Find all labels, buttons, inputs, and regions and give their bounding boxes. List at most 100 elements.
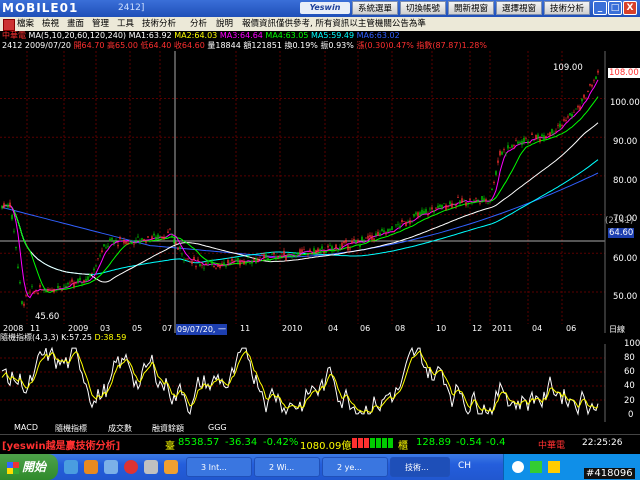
- watermark: #418096: [584, 468, 635, 479]
- candle-body: [69, 282, 71, 284]
- tray-icon[interactable]: [530, 461, 542, 473]
- candle-body: [577, 105, 579, 108]
- candle-body: [579, 106, 581, 110]
- select-window-button[interactable]: 選擇視窗: [496, 1, 542, 15]
- switch-account-button[interactable]: 切換帳號: [400, 1, 446, 15]
- ie-icon[interactable]: [64, 460, 78, 474]
- low-annotation: 45.60: [35, 312, 60, 322]
- candle-body: [529, 142, 531, 144]
- task-windows[interactable]: 2 Wi...: [254, 457, 320, 477]
- candle-body: [65, 285, 67, 288]
- amplitude: 振0.93%: [320, 41, 354, 50]
- maximize-button[interactable]: □: [608, 1, 622, 15]
- tab-ggg[interactable]: GGG: [208, 423, 227, 432]
- candle-body: [287, 253, 289, 255]
- candle-body: [13, 231, 15, 233]
- ma-info-line: 中華電 MA(5,10,20,60,120,240) MA1:63.92 MA2…: [2, 31, 400, 41]
- tab-stochastic[interactable]: 隨機指標: [55, 423, 87, 434]
- menu-tools[interactable]: 工具: [117, 18, 134, 30]
- menu-manage[interactable]: 管理: [92, 18, 109, 30]
- candle-body: [79, 277, 81, 281]
- candle-body: [467, 203, 469, 205]
- candle-body: [357, 239, 359, 242]
- candle-body: [15, 246, 17, 249]
- folder-icon[interactable]: [84, 460, 98, 474]
- tray-icon[interactable]: [512, 461, 524, 473]
- tab-volume[interactable]: 成交數: [108, 423, 132, 434]
- menu-analysis[interactable]: 分析: [190, 18, 207, 30]
- candle-body: [437, 205, 439, 208]
- candle-body: [345, 239, 347, 243]
- kd-chart[interactable]: [0, 344, 640, 422]
- stock-tag[interactable]: 中華電: [538, 438, 565, 451]
- indicator-title: 隨機指標(4,3,3): [0, 333, 59, 342]
- candle-body: [101, 250, 103, 252]
- candle-body: [19, 282, 21, 284]
- close-button[interactable]: X: [623, 1, 637, 15]
- candle-body: [541, 134, 543, 137]
- menu-screen[interactable]: 畫面: [67, 18, 84, 30]
- candle-body: [257, 258, 259, 262]
- new-window-button[interactable]: 開新視窗: [448, 1, 494, 15]
- minimize-button[interactable]: _: [593, 1, 607, 15]
- ticker-time: 22:25:26: [582, 438, 623, 448]
- candle-body: [177, 247, 179, 250]
- menu-view[interactable]: 檢視: [42, 18, 59, 30]
- candle-body: [21, 301, 23, 304]
- candle-body: [469, 198, 471, 201]
- candle-body: [245, 261, 247, 265]
- candle-body: [279, 255, 281, 258]
- technical-analysis-button[interactable]: 技術分析: [544, 1, 590, 15]
- quote-date: 2009/07/20: [24, 41, 72, 50]
- start-button[interactable]: 開始: [0, 454, 58, 480]
- tray-icon[interactable]: [548, 461, 560, 473]
- candle-body: [485, 199, 487, 202]
- candle-body: [125, 241, 127, 244]
- candle-body: [401, 220, 403, 223]
- explorer-icon[interactable]: [104, 460, 118, 474]
- chrome-icon[interactable]: [124, 460, 138, 474]
- candle-body: [431, 207, 433, 210]
- system-menu-button[interactable]: 系統選單: [352, 1, 398, 15]
- candle-body: [583, 94, 585, 98]
- time-label: 12: [472, 324, 483, 333]
- price-chart[interactable]: [0, 51, 640, 333]
- candle-body: [297, 252, 299, 256]
- menu-technical-analysis[interactable]: 技術分析: [142, 18, 176, 30]
- task-yeswin[interactable]: 2 ye...: [322, 457, 388, 477]
- yeswin-brand-button[interactable]: Yeswin: [300, 2, 350, 14]
- tab-macd[interactable]: MACD: [14, 423, 38, 432]
- candle-body: [347, 245, 349, 251]
- tool-icon[interactable]: [164, 460, 178, 474]
- taiex-label: 臺: [165, 441, 175, 452]
- menu-file[interactable]: 檔案: [17, 18, 34, 30]
- candle-body: [593, 80, 595, 81]
- kd-grid: [0, 357, 605, 401]
- language-indicator[interactable]: CH: [458, 461, 471, 471]
- candle-body: [421, 209, 423, 215]
- candle-body: [99, 255, 101, 257]
- candle-body: [273, 252, 275, 255]
- task-internet[interactable]: 3 Int...: [186, 457, 252, 477]
- ma3-value: MA3:64.64: [219, 31, 263, 40]
- candle-body: [391, 226, 393, 231]
- candle-body: [9, 202, 11, 208]
- candle-body: [349, 248, 351, 250]
- candle-body: [497, 160, 499, 163]
- candle-body: [303, 249, 305, 250]
- task-technical[interactable]: 技術...: [390, 457, 450, 477]
- candle-body: [45, 288, 47, 293]
- candle-body: [475, 198, 477, 199]
- candle-body: [159, 236, 161, 237]
- candle-body: [395, 224, 397, 226]
- menu-help[interactable]: 說明: [216, 18, 233, 30]
- disclaimer-text: 報價資訊僅供參考, 所有資訊以主管機關公告為準: [242, 19, 426, 29]
- ma4-value: MA4:63.05: [265, 31, 309, 40]
- tab-margin[interactable]: 融資餘額: [152, 423, 184, 434]
- candle-body: [313, 248, 315, 253]
- candle-body: [325, 250, 327, 253]
- app-icon[interactable]: [144, 460, 158, 474]
- candle-body: [127, 242, 129, 245]
- candle-body: [537, 134, 539, 139]
- candle-body: [43, 290, 45, 291]
